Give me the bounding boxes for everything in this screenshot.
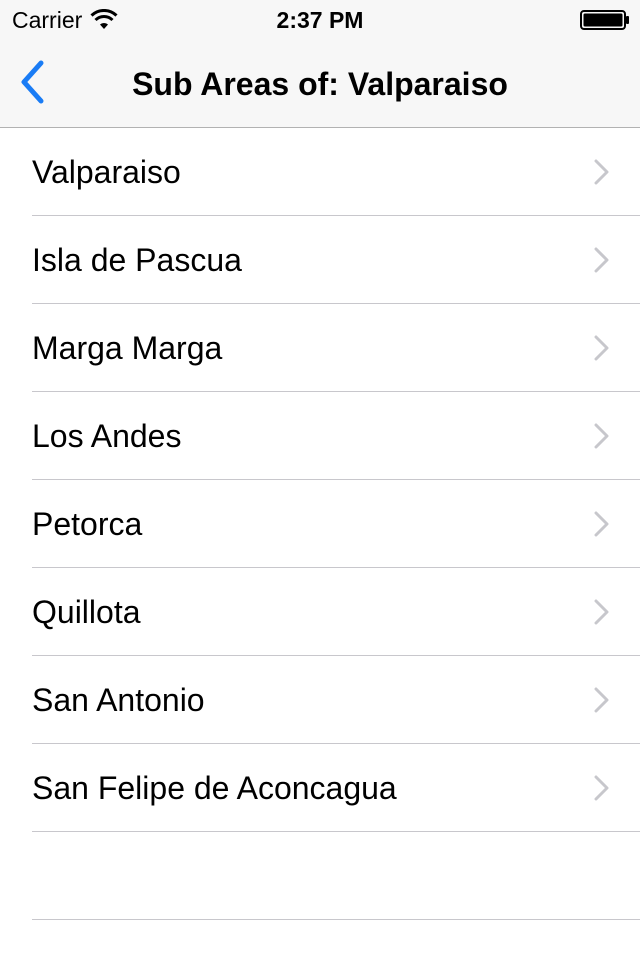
list-item-label: Quillota	[32, 594, 141, 630]
chevron-right-icon	[594, 247, 610, 273]
chevron-right-icon	[594, 159, 610, 185]
chevron-right-icon	[594, 775, 610, 801]
list-item[interactable]: San Antonio	[0, 656, 640, 744]
list-item[interactable]: Valparaiso	[0, 128, 640, 216]
status-time: 2:37 PM	[276, 7, 364, 33]
list-item[interactable]: Quillota	[0, 568, 640, 656]
list-item[interactable]: Petorca	[0, 480, 640, 568]
top-bars: Carrier 2:37 PM Sub Areas of: Valparaiso	[0, 0, 640, 128]
list-item[interactable]: Los Andes	[0, 392, 640, 480]
chevron-right-icon	[594, 599, 610, 625]
page-title: Sub Areas of: Valparaiso	[132, 66, 508, 102]
chevron-right-icon	[594, 687, 610, 713]
navigation-bar: Sub Areas of: Valparaiso	[0, 40, 640, 128]
chevron-right-icon	[594, 511, 610, 537]
chevron-right-icon	[594, 335, 610, 361]
list-item-label: Isla de Pascua	[32, 242, 242, 278]
sub-area-list: Valparaiso Isla de Pascua Marga Marga Lo…	[0, 128, 640, 920]
list-item-label: Valparaiso	[32, 154, 181, 190]
list-item-label: San Antonio	[32, 682, 205, 718]
chevron-right-icon	[594, 423, 610, 449]
list-item-label: Marga Marga	[32, 330, 223, 366]
battery-icon	[580, 10, 630, 30]
list-item[interactable]: Marga Marga	[0, 304, 640, 392]
list-item[interactable]: San Felipe de Aconcagua	[0, 744, 640, 832]
list-item-label: Petorca	[32, 506, 143, 542]
empty-row-separator	[0, 832, 640, 920]
screen: Carrier 2:37 PM Sub Areas of: Valparaiso…	[0, 0, 640, 960]
status-bar: Carrier 2:37 PM	[0, 0, 640, 40]
chevron-left-icon	[19, 60, 45, 109]
list-item[interactable]: Isla de Pascua	[0, 216, 640, 304]
back-button[interactable]	[10, 60, 54, 108]
list-item-label: Los Andes	[32, 418, 182, 454]
list-item-label: San Felipe de Aconcagua	[32, 770, 397, 806]
